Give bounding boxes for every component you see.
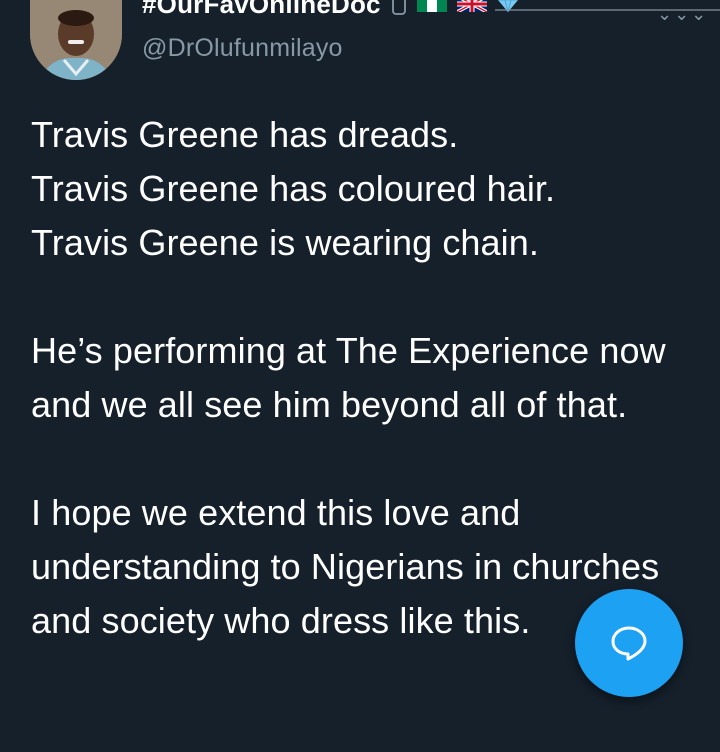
tweet: #OurFavOnlineDoc ⌄⌄⌄ @DrOlufunmilayo Tra… bbox=[0, 0, 720, 752]
compose-reply-icon bbox=[611, 626, 647, 661]
compose-reply-button[interactable] bbox=[575, 589, 683, 697]
handle[interactable]: @DrOlufunmilayo bbox=[142, 34, 343, 63]
display-name[interactable]: #OurFavOnlineDoc bbox=[142, 0, 381, 20]
tweet-paragraph: Travis Greene has dreads. Travis Greene … bbox=[31, 114, 556, 263]
phone-icon bbox=[391, 0, 406, 15]
avatar[interactable] bbox=[30, 0, 122, 80]
nigeria-flag-icon bbox=[416, 0, 447, 12]
more-options-icon[interactable]: ⌄⌄⌄ bbox=[657, 4, 708, 25]
tweet-paragraph: He’s performing at The Experience now an… bbox=[31, 330, 666, 425]
diamond-icon bbox=[497, 0, 518, 13]
uk-flag-icon bbox=[456, 0, 487, 12]
name-row: #OurFavOnlineDoc bbox=[142, 0, 519, 20]
